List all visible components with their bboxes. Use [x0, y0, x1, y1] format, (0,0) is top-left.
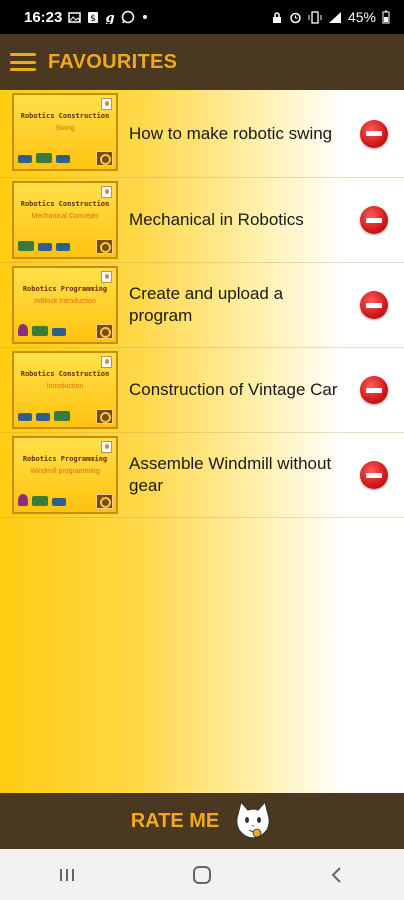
home-icon [192, 865, 211, 884]
thumbnail-subtitle: mBlock Introduction [34, 298, 96, 305]
menu-icon[interactable] [10, 51, 36, 73]
thumbnail-header: Robotics Construction [20, 200, 110, 208]
avatar [101, 186, 112, 198]
item-title: How to make robotic swing [129, 123, 333, 143]
video-thumbnail[interactable]: Robotics Programming mBlock Introduction [12, 266, 118, 344]
dollar-icon: $ [88, 11, 99, 24]
robot-toys-icon [18, 494, 66, 506]
video-thumbnail[interactable]: Robotics Construction Mechanical Concept… [12, 181, 118, 259]
alarm-icon [290, 12, 301, 23]
remove-favourite-button[interactable] [360, 376, 388, 404]
remove-favourite-button[interactable] [360, 119, 388, 148]
more-notifications-dot [143, 15, 148, 19]
recents-button[interactable] [42, 855, 92, 895]
g-icon: g [106, 11, 115, 24]
thumbnail-header: Robotics Programming [22, 455, 108, 463]
list-item[interactable]: Robotics Construction Mechanical Concept… [0, 178, 404, 263]
video-thumbnail[interactable]: Robotics Programming Windmill programmin… [12, 436, 118, 514]
remove-favourite-button[interactable] [360, 461, 388, 489]
video-thumbnail[interactable]: Robotics Construction Swing [12, 93, 118, 171]
bottom-bar: RATE ME [0, 793, 404, 849]
back-icon [331, 866, 341, 883]
video-thumbnail[interactable]: Robotics Construction Introduction [12, 351, 118, 429]
list-item[interactable]: Robotics Construction Swing How to make … [0, 90, 404, 178]
item-title: Construction of Vintage Car [129, 380, 338, 399]
vibrate-icon [308, 10, 322, 24]
photo-icon [68, 11, 82, 23]
svg-text:$: $ [91, 14, 97, 24]
avatar [101, 356, 112, 368]
thumbnail-subtitle: Windmill programming [30, 468, 100, 475]
magnifier-icon [96, 409, 113, 424]
list-item[interactable]: Robotics Programming mBlock Introduction… [0, 263, 404, 348]
robot-toys-icon [18, 324, 66, 336]
status-bar: 16:23 $ g 45% [0, 0, 404, 34]
thumbnail-subtitle: Swing [55, 125, 75, 132]
home-button[interactable] [177, 855, 227, 895]
item-title: Mechanical in Robotics [129, 210, 304, 229]
battery-icon [382, 10, 390, 24]
thumbnail-header: Robotics Programming [22, 285, 108, 293]
thumbnail-header: Robotics Construction [20, 370, 110, 378]
page-title: FAVOURITES [48, 50, 178, 73]
robot-toys-icon [18, 411, 70, 421]
thumbnail-subtitle: Mechanical Concepts [31, 213, 99, 220]
magnifier-icon [96, 494, 113, 509]
svg-text:g: g [106, 11, 115, 24]
thumbnail-header: Robotics Construction [20, 112, 110, 120]
whatsapp-icon [122, 10, 135, 24]
magnifier-icon [96, 324, 113, 339]
item-title: Assemble Windmill without gear [129, 454, 332, 495]
back-button[interactable] [312, 855, 362, 895]
magnifier-icon [96, 239, 113, 254]
avatar [101, 98, 112, 110]
avatar [101, 441, 112, 453]
remove-favourite-button[interactable] [360, 291, 388, 319]
cat-icon[interactable] [233, 800, 273, 842]
status-time: 16:23 [24, 8, 63, 26]
app-bar: FAVOURITES [0, 34, 404, 90]
thumbnail-subtitle: Introduction [46, 383, 84, 390]
battery-level: 45% [347, 9, 376, 25]
recents-icon [60, 868, 75, 881]
list-item[interactable]: Robotics Construction Introduction Const… [0, 348, 404, 433]
avatar [101, 271, 112, 283]
list-item[interactable]: Robotics Programming Windmill programmin… [0, 433, 404, 518]
magnifier-icon [96, 151, 113, 166]
system-nav-bar [0, 849, 404, 900]
signal-icon [328, 11, 341, 23]
robot-toys-icon [18, 153, 70, 163]
remove-favourite-button[interactable] [360, 206, 388, 234]
favourites-list: Robotics Construction Swing How to make … [0, 90, 404, 793]
lock-icon [272, 11, 281, 23]
item-title: Create and upload a program [129, 284, 284, 325]
robot-toys-icon [18, 241, 70, 251]
rate-me-button[interactable]: RATE ME [131, 810, 220, 833]
